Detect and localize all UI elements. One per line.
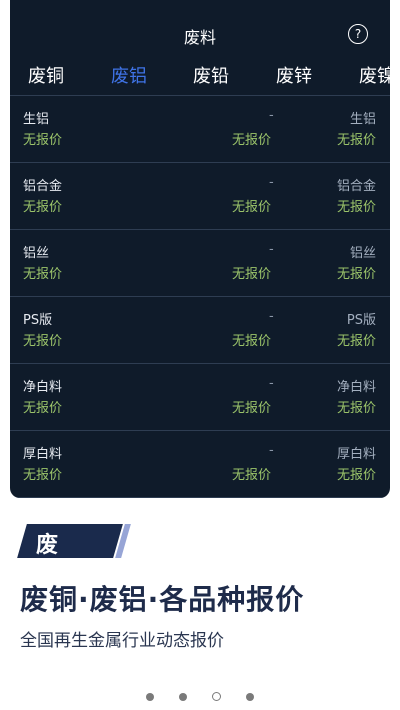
item-right-name: 净白料 [336,380,376,395]
help-icon[interactable]: ? [348,24,368,44]
item-name: 生铝 [23,112,50,127]
table-row[interactable]: PS版 无报价 - 无报价 PS版 无报价 [10,296,390,363]
page-dot-active[interactable] [212,692,222,701]
item-right-name: 生铝 [349,112,376,127]
item-right-name: 铝合金 [336,179,376,194]
item-change: - [269,242,274,257]
tab-fei-qian[interactable]: 废铅 [193,62,229,88]
promo-headline: 废铜·废铝·各品种报价 [20,583,305,616]
item-name: 厚白料 [23,447,63,462]
table-row [10,497,390,498]
tab-fei-nie[interactable]: 废镍 [359,62,390,88]
item-price: 无报价 [23,267,63,282]
item-right-price: 无报价 [336,267,376,282]
table-row[interactable]: 厚白料 无报价 - 无报价 厚白料 无报价 [10,430,390,497]
item-name: 铝合金 [23,179,63,194]
item-mid-price: 无报价 [232,267,272,282]
category-tabs: 废铜 废铝 废铅 废锌 废镍 [10,62,390,94]
table-row[interactable]: 净白料 无报价 - 无报价 净白料 无报价 [10,363,390,430]
item-name: 净白料 [23,380,63,395]
item-right-price: 无报价 [336,401,376,416]
item-price: 无报价 [23,401,63,416]
item-change: - [269,309,274,324]
app-screen: 废料 ? 废铜 废铝 废铅 废锌 废镍 生铝 无报价 - 无报价 生铝 无报价 … [10,0,390,498]
page-indicator [0,686,400,705]
item-right-price: 无报价 [336,200,376,215]
page-dot[interactable] [145,693,154,701]
table-row[interactable]: 铝丝 无报价 - 无报价 铝丝 无报价 [10,229,390,296]
item-mid-price: 无报价 [232,200,272,215]
item-price: 无报价 [23,468,63,483]
page-dot[interactable] [246,693,255,701]
item-right-name: 铝丝 [349,246,376,261]
promo-subline: 全国再生金属行业动态报价 [20,631,224,651]
item-right-price: 无报价 [336,468,376,483]
item-mid-price: 无报价 [232,334,272,349]
top-bar: 废料 ? [10,0,390,66]
item-mid-price: 无报价 [232,133,272,148]
item-price: 无报价 [23,133,63,148]
table-row[interactable]: 生铝 无报价 - 无报价 生铝 无报价 [10,95,390,162]
item-change: - [269,376,274,391]
item-change: - [269,175,274,190]
page-dot[interactable] [178,693,187,701]
item-price: 无报价 [23,200,63,215]
item-mid-price: 无报价 [232,468,272,483]
table-row[interactable]: 铝合金 无报价 - 无报价 铝合金 无报价 [10,162,390,229]
item-mid-price: 无报价 [232,401,272,416]
item-change: - [269,108,274,123]
item-right-name: PS版 [346,313,376,328]
item-name: PS版 [23,313,53,328]
item-price: 无报价 [23,334,63,349]
item-right-name: 厚白料 [336,447,376,462]
item-name: 铝丝 [23,246,50,261]
page-title: 废料 [183,28,216,47]
item-change: - [269,443,274,458]
tab-fei-lv[interactable]: 废铝 [111,62,147,88]
badge-background [17,524,123,558]
tab-fei-xin[interactable]: 废锌 [276,62,312,88]
item-right-price: 无报价 [336,133,376,148]
tab-fei-tong[interactable]: 废铜 [28,62,64,88]
item-right-price: 无报价 [336,334,376,349]
price-list: 生铝 无报价 - 无报价 生铝 无报价 铝合金 无报价 - 无报价 铝合金 无报… [10,95,390,498]
